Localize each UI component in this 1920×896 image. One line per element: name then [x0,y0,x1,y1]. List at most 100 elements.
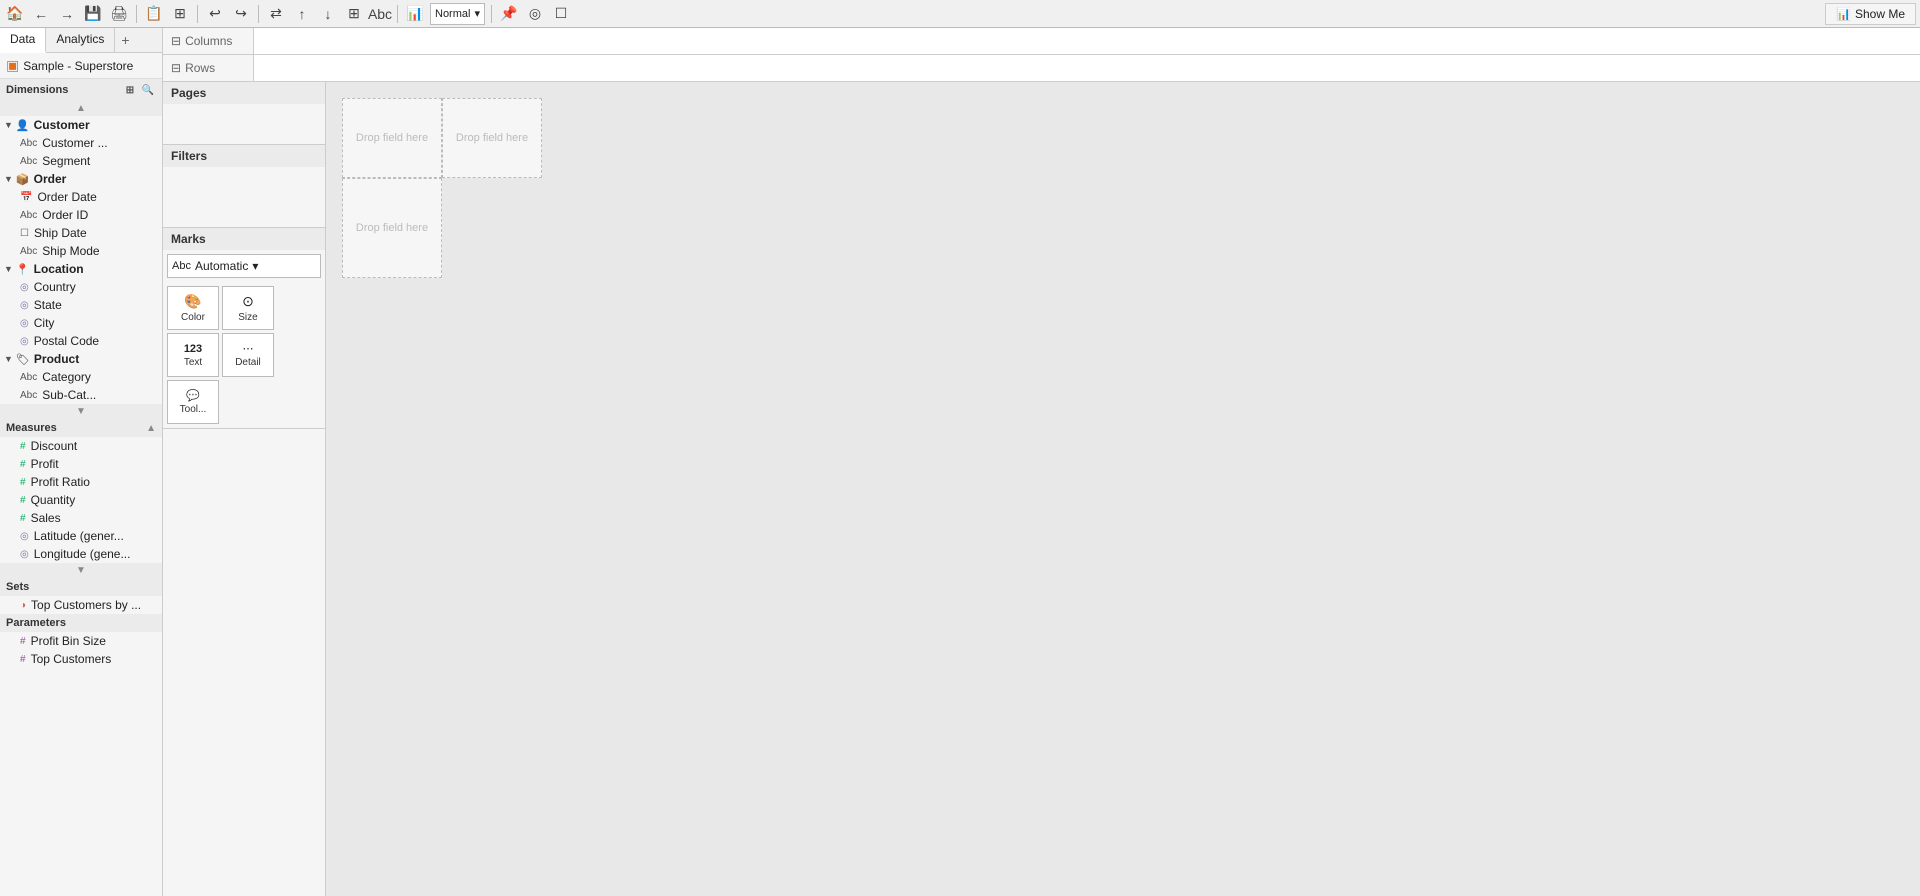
field-state[interactable]: ◎ State [0,296,162,314]
field-ship-mode-label: Ship Mode [42,244,99,258]
marks-label: Marks [171,232,206,246]
marks-color-button[interactable]: 🎨 Color [167,286,219,330]
new-datasource-icon[interactable]: 📋 [143,3,165,25]
back-icon[interactable]: ← [30,3,52,25]
marks-type-icon: Abc [172,260,191,272]
product-folder-icon: 🏷 [16,353,30,366]
print-icon[interactable]: 🖨 [108,3,130,25]
undo-icon[interactable]: ↩ [204,3,226,25]
field-quantity[interactable]: # Quantity [0,491,162,509]
scroll-up-arrow[interactable]: ▲ [0,101,162,116]
field-ship-date[interactable]: ☐ Ship Date [0,224,162,242]
field-profit-bin-size[interactable]: # Profit Bin Size [0,632,162,650]
columns-icon: ⊟ [171,34,181,48]
group-location[interactable]: ▼ 📍 Location [0,260,162,278]
pages-card-body[interactable] [163,104,325,144]
show-me-label: Show Me [1855,7,1905,21]
sep2 [197,5,198,23]
tooltip-icon[interactable]: ◎ [524,3,546,25]
columns-shelf-content[interactable] [253,28,1920,54]
field-longitude[interactable]: ◎ Longitude (gene... [0,545,162,563]
group-product[interactable]: ▼ 🏷 Product [0,350,162,368]
field-order-date[interactable]: 📅 Order Date [0,188,162,206]
drop-zone-top-left[interactable]: Drop field here [342,98,442,178]
filters-card-body[interactable] [163,167,325,227]
field-profit-ratio[interactable]: # Profit Ratio [0,473,162,491]
group-customer[interactable]: ▼ 👤 Customer [0,116,162,134]
field-discount[interactable]: # Discount [0,437,162,455]
field-city[interactable]: ◎ City [0,314,162,332]
show-me-button[interactable]: 📊 Show Me [1825,3,1916,25]
group-icon[interactable]: ⊞ [343,3,365,25]
order-triangle: ▼ [4,174,13,184]
measures-scroll-up[interactable]: ▲ [146,423,156,434]
tab-analytics[interactable]: Analytics [46,28,115,52]
field-category[interactable]: Abc Category [0,368,162,386]
sort-desc-icon[interactable]: ↓ [317,3,339,25]
detail-label: Detail [235,357,261,368]
canvas[interactable]: Drop field here Drop field here Drop fie… [326,82,1920,896]
marks-type-dropdown[interactable]: Abc Automatic ▾ [167,254,321,278]
sep5 [491,5,492,23]
chart-icon[interactable]: 📊 [404,3,426,25]
field-top-customers-param[interactable]: # Top Customers [0,650,162,668]
field-top-customers[interactable]: ◑ Top Customers by ... [0,596,162,614]
field-latitude[interactable]: ◎ Latitude (gener... [0,527,162,545]
tab-add-button[interactable]: + [115,28,135,52]
pin-icon[interactable]: 📌 [498,3,520,25]
field-country[interactable]: ◎ Country [0,278,162,296]
marks-tooltip-button[interactable]: 💬 Tool... [167,380,219,424]
sidebar: Data Analytics + ▣ Sample - Superstore D… [0,28,163,896]
label-icon[interactable]: Abc [369,3,391,25]
datasource-label[interactable]: ▣ Sample - Superstore [0,53,162,79]
pages-label: Pages [171,86,206,100]
field-top-customers-param-label: Top Customers [31,652,112,666]
field-order-date-label: Order Date [37,190,96,204]
location-triangle: ▼ [4,264,13,274]
columns-label: Columns [185,34,232,48]
tab-data[interactable]: Data [0,28,46,53]
dimensions-search-btn[interactable]: 🔍 [140,82,156,98]
sep4 [397,5,398,23]
marks-text-button[interactable]: 123 Text [167,333,219,377]
measures-label: Measures [6,422,57,434]
drop-zone-bottom-left[interactable]: Drop field here [342,178,442,278]
field-sales[interactable]: # Sales [0,509,162,527]
color-icon: 🎨 [184,293,201,310]
field-ship-mode[interactable]: Abc Ship Mode [0,242,162,260]
field-segment[interactable]: Abc Segment [0,152,162,170]
field-postal-code[interactable]: ◎ Postal Code [0,332,162,350]
field-order-id-label: Order ID [42,208,88,222]
field-geo-icon: ◎ [20,282,29,293]
redo-icon[interactable]: ↪ [230,3,252,25]
field-order-id[interactable]: Abc Order ID [0,206,162,224]
group-order[interactable]: ▼ 📦 Order [0,170,162,188]
view-type-dropdown[interactable]: Normal ▾ [430,3,485,25]
pages-card-header: Pages [163,82,325,104]
field-profit[interactable]: # Profit [0,455,162,473]
marks-type-label: Automatic [195,259,248,273]
home-icon[interactable]: 🏠 [4,3,26,25]
dimensions-scroll-down[interactable]: ▼ [0,404,162,419]
order-folder-icon: 📦 [16,173,30,186]
view-area[interactable]: Drop field here Drop field here Drop fie… [326,82,1920,896]
marks-buttons-container: 🎨 Color ⊙ Size 123 Text ⋯ [163,282,325,428]
marks-size-button[interactable]: ⊙ Size [222,286,274,330]
field-sub-category-label: Sub-Cat... [42,388,96,402]
rows-shelf-content[interactable] [253,55,1920,81]
measures-scroll-down[interactable]: ▼ [0,563,162,578]
forward-icon[interactable]: → [56,3,78,25]
marks-detail-button[interactable]: ⋯ Detail [222,333,274,377]
field-abc-icon: Abc [20,246,37,257]
connect-icon[interactable]: ⊞ [169,3,191,25]
swap-icon[interactable]: ⇄ [265,3,287,25]
save-icon[interactable]: 💾 [82,3,104,25]
sort-asc-icon[interactable]: ↑ [291,3,313,25]
field-customer-name[interactable]: Abc Customer ... [0,134,162,152]
field-abc-icon: Abc [20,210,37,221]
annotation-icon[interactable]: ☐ [550,3,572,25]
drop-zone-top-right[interactable]: Drop field here [442,98,542,178]
dimensions-group-btn[interactable]: ⊞ [122,82,138,98]
field-sub-category[interactable]: Abc Sub-Cat... [0,386,162,404]
drop-col-right: Drop field here [442,98,542,278]
